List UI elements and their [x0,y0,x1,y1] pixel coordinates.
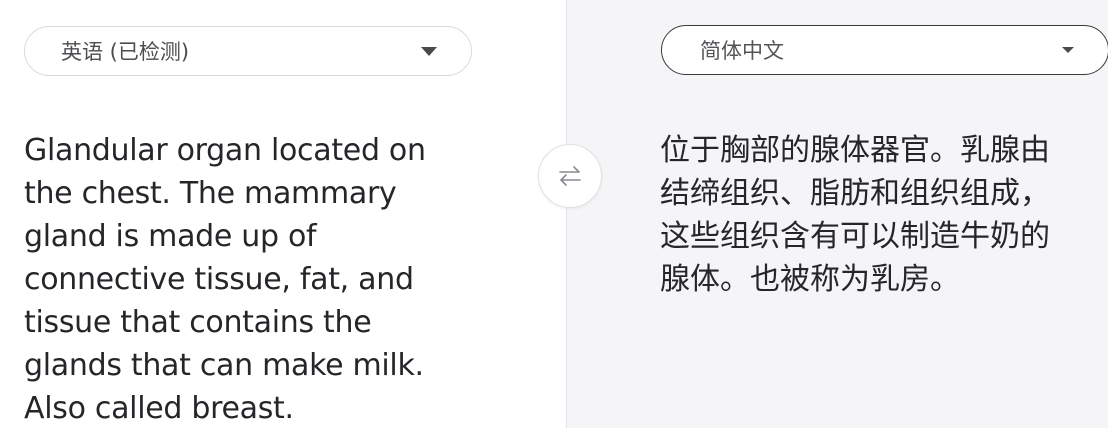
source-text-line: Glandular organ located on [24,133,426,168]
swap-languages-button[interactable] [538,144,602,208]
source-language-label: 英语 (已检测) [61,40,190,64]
target-language-select[interactable]: 简体中文 [661,25,1108,75]
source-text[interactable]: Glandular organ located on the chest. Th… [24,129,544,430]
source-text-line: glands that can make milk. [24,348,424,383]
source-text-line: connective tissue, fat, and [24,262,414,297]
source-text-line: tissue that contains the [24,305,372,340]
translated-text-line: 结缔组织、脂肪和组织组成， [660,176,1050,211]
chevron-down-icon [421,46,437,56]
chevron-down-icon [1062,47,1074,53]
translated-text-line: 这些组织含有可以制造牛奶的 [660,219,1050,254]
source-text-line: Also called breast. [24,391,294,426]
swap-arrows-icon [559,166,581,186]
source-text-line: gland is made up of [24,219,317,254]
source-text-line: the chest. The mammary [24,176,397,211]
translated-text: 位于胸部的腺体器官。乳腺由 结缔组织、脂肪和组织组成， 这些组织含有可以制造牛奶… [660,129,1100,301]
translated-text-line: 位于胸部的腺体器官。乳腺由 [660,133,1050,168]
source-pane: 英语 (已检测) Glandular organ located on the … [0,0,566,428]
source-language-select[interactable]: 英语 (已检测) [24,26,472,76]
target-language-label: 简体中文 [700,39,784,63]
translated-text-line: 腺体。也被称为乳房。 [660,262,960,297]
